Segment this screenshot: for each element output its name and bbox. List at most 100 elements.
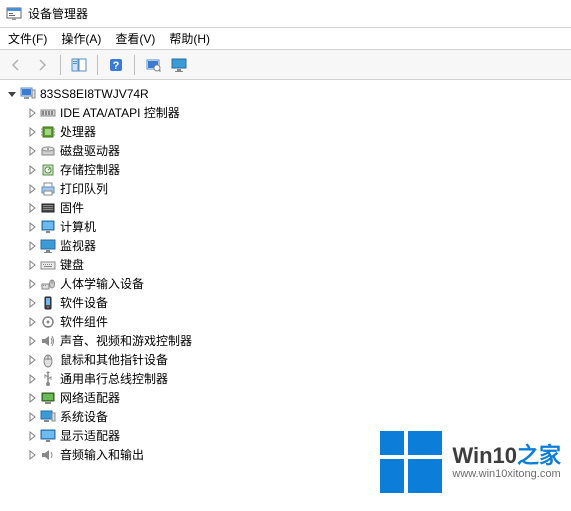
tree-item-label: IDE ATA/ATAPI 控制器 <box>60 104 180 121</box>
toolbar-forward-button[interactable] <box>30 53 54 77</box>
expander-closed-icon[interactable] <box>26 221 38 233</box>
menu-action[interactable]: 操作(A) <box>61 30 101 47</box>
tree-item[interactable]: IDE ATA/ATAPI 控制器 <box>0 103 571 122</box>
menu-file[interactable]: 文件(F) <box>8 30 47 47</box>
tree-item[interactable]: 软件组件 <box>0 312 571 331</box>
tree-item[interactable]: 软件设备 <box>0 293 571 312</box>
tree-item-label: 音频输入和输出 <box>60 446 144 463</box>
computer-icon <box>40 219 56 235</box>
tree-item-label: 计算机 <box>60 218 96 235</box>
expander-closed-icon[interactable] <box>26 278 38 290</box>
tree-root[interactable]: 83SS8EI8TWJV74R <box>0 84 571 103</box>
tree-item-label: 监视器 <box>60 237 96 254</box>
svg-text:?: ? <box>113 60 120 72</box>
expander-closed-icon[interactable] <box>26 297 38 309</box>
expander-closed-icon[interactable] <box>26 335 38 347</box>
tree-item[interactable]: 处理器 <box>0 122 571 141</box>
tree-item-label: 网络适配器 <box>60 389 120 406</box>
tree-item[interactable]: 键盘 <box>0 255 571 274</box>
swdev-icon <box>40 295 56 311</box>
tree-item-label: 软件设备 <box>60 294 108 311</box>
mouse-icon <box>40 352 56 368</box>
device-tree: 83SS8EI8TWJV74R IDE ATA/ATAPI 控制器处理器磁盘驱动… <box>0 80 571 468</box>
tree-item-label: 声音、视频和游戏控制器 <box>60 332 192 349</box>
expander-closed-icon[interactable] <box>26 202 38 214</box>
expander-closed-icon[interactable] <box>26 259 38 271</box>
watermark: Win10之家 www.win10xitong.com <box>380 431 561 493</box>
toolbar-scan-button[interactable] <box>141 53 165 77</box>
windows-logo-icon <box>380 431 442 493</box>
app-icon <box>6 6 22 22</box>
toolbar-separator <box>134 55 135 75</box>
expander-closed-icon[interactable] <box>26 430 38 442</box>
menu-help[interactable]: 帮助(H) <box>169 30 210 47</box>
tree-item[interactable]: 磁盘驱动器 <box>0 141 571 160</box>
cpu-icon <box>40 124 56 140</box>
tree-item[interactable]: 计算机 <box>0 217 571 236</box>
expander-closed-icon[interactable] <box>26 145 38 157</box>
tree-item-label: 鼠标和其他指针设备 <box>60 351 168 368</box>
tree-item-label: 人体学输入设备 <box>60 275 144 292</box>
hid-icon <box>40 276 56 292</box>
tree-item-label: 系统设备 <box>60 408 108 425</box>
expander-closed-icon[interactable] <box>26 373 38 385</box>
menu-bar: 文件(F) 操作(A) 查看(V) 帮助(H) <box>0 28 571 50</box>
tree-item[interactable]: 网络适配器 <box>0 388 571 407</box>
tree-item[interactable]: 固件 <box>0 198 571 217</box>
expander-closed-icon[interactable] <box>26 354 38 366</box>
tree-item-label: 固件 <box>60 199 84 216</box>
expander-closed-icon[interactable] <box>26 240 38 252</box>
tree-item[interactable]: 人体学输入设备 <box>0 274 571 293</box>
tree-root-label: 83SS8EI8TWJV74R <box>40 87 149 101</box>
audio-icon <box>40 447 56 463</box>
toolbar-back-button[interactable] <box>4 53 28 77</box>
expander-closed-icon[interactable] <box>26 449 38 461</box>
tree-item[interactable]: 鼠标和其他指针设备 <box>0 350 571 369</box>
tree-item[interactable]: 声音、视频和游戏控制器 <box>0 331 571 350</box>
expander-open-icon[interactable] <box>6 88 18 100</box>
keyboard-icon <box>40 257 56 273</box>
tree-item[interactable]: 监视器 <box>0 236 571 255</box>
sound-icon <box>40 333 56 349</box>
printer-icon <box>40 181 56 197</box>
toolbar: ? <box>0 50 571 80</box>
network-icon <box>40 390 56 406</box>
tree-item-label: 处理器 <box>60 123 96 140</box>
firmware-icon <box>40 200 56 216</box>
toolbar-help-button[interactable]: ? <box>104 53 128 77</box>
title-bar: 设备管理器 <box>0 0 571 28</box>
tree-item-label: 通用串行总线控制器 <box>60 370 168 387</box>
expander-closed-icon[interactable] <box>26 107 38 119</box>
expander-closed-icon[interactable] <box>26 183 38 195</box>
tree-item[interactable]: 存储控制器 <box>0 160 571 179</box>
watermark-brand-b: 之家 <box>517 443 561 468</box>
tree-item-label: 磁盘驱动器 <box>60 142 120 159</box>
tree-item-label: 存储控制器 <box>60 161 120 178</box>
tree-item[interactable]: 打印队列 <box>0 179 571 198</box>
swcomp-icon <box>40 314 56 330</box>
window-title: 设备管理器 <box>28 5 88 22</box>
expander-closed-icon[interactable] <box>26 126 38 138</box>
watermark-url: www.win10xitong.com <box>452 468 561 480</box>
monitor-icon <box>40 238 56 254</box>
display-icon <box>40 428 56 444</box>
expander-closed-icon[interactable] <box>26 392 38 404</box>
toolbar-separator <box>97 55 98 75</box>
toolbar-monitor-button[interactable] <box>167 53 191 77</box>
tree-item-label: 软件组件 <box>60 313 108 330</box>
tree-item[interactable]: 系统设备 <box>0 407 571 426</box>
tree-item[interactable]: 通用串行总线控制器 <box>0 369 571 388</box>
toolbar-showhide-button[interactable] <box>67 53 91 77</box>
toolbar-separator <box>60 55 61 75</box>
system-icon <box>40 409 56 425</box>
tree-item-label: 打印队列 <box>60 180 108 197</box>
expander-closed-icon[interactable] <box>26 164 38 176</box>
usb-icon <box>40 371 56 387</box>
watermark-text: Win10之家 www.win10xitong.com <box>452 444 561 480</box>
watermark-brand-a: Win10 <box>452 443 517 468</box>
tree-item-label: 键盘 <box>60 256 84 273</box>
menu-view[interactable]: 查看(V) <box>115 30 155 47</box>
expander-closed-icon[interactable] <box>26 316 38 328</box>
expander-closed-icon[interactable] <box>26 411 38 423</box>
disk-icon <box>40 143 56 159</box>
